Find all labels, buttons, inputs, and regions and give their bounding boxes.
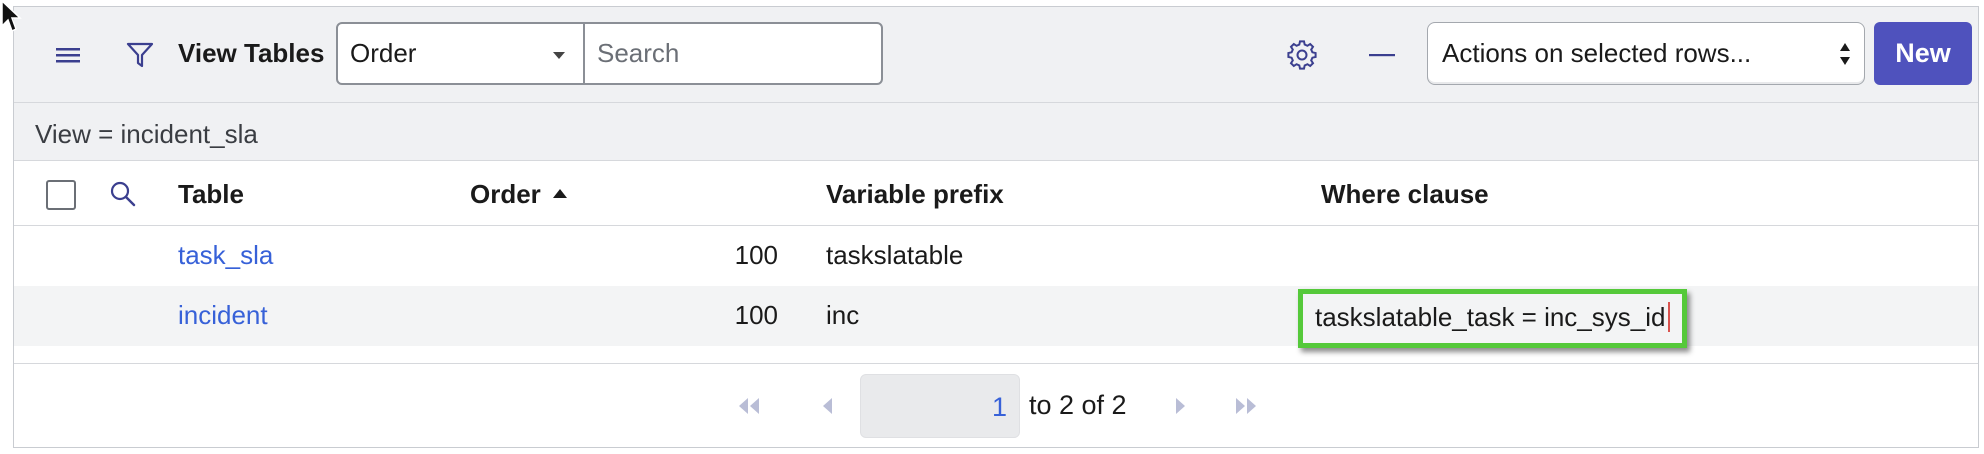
- order-cell: 100: [734, 240, 778, 270]
- where-clause-text: taskslatable_task = inc_sys_id: [1315, 302, 1671, 332]
- table-row: incident 100 inc taskslatable_task = inc…: [14, 286, 1978, 348]
- minus-icon[interactable]: [1364, 37, 1400, 73]
- table-link[interactable]: task_sla: [178, 240, 273, 271]
- search-field-select[interactable]: Order: [336, 22, 585, 85]
- chevron-down-icon: [553, 52, 565, 59]
- where-clause-cell-highlighted[interactable]: taskslatable_task = inc_sys_id: [1298, 289, 1688, 348]
- column-header-order[interactable]: Order: [470, 179, 567, 210]
- table-header: Table Order Variable prefix Where clause: [14, 161, 1978, 226]
- column-header-order-label: Order: [470, 179, 541, 209]
- mouse-cursor-icon: [1, 0, 22, 33]
- updown-caret-icon: [1840, 43, 1850, 65]
- page-range-text: to 2 of 2: [1029, 390, 1127, 420]
- hamburger-menu-icon[interactable]: [50, 37, 86, 73]
- list-header: View Tables Order Actions on selected ro…: [14, 7, 1978, 103]
- actions-select[interactable]: Actions on selected rows...: [1427, 22, 1865, 85]
- select-all-checkbox[interactable]: [46, 180, 76, 210]
- variable-prefix-cell: taskslatable: [826, 240, 964, 270]
- previous-page-icon[interactable]: [810, 391, 844, 421]
- variable-prefix-cell: inc: [826, 300, 860, 330]
- page-title: View Tables: [178, 38, 325, 68]
- table-footer-divider: [14, 346, 1978, 364]
- page-number-input[interactable]: 1: [860, 374, 1020, 438]
- pagination: 1 to 2 of 2: [14, 364, 1978, 449]
- search-input[interactable]: [583, 22, 883, 85]
- column-header-table[interactable]: Table: [178, 179, 244, 210]
- list-frame: View Tables Order Actions on selected ro…: [13, 6, 1979, 448]
- column-header-variable-prefix[interactable]: Variable prefix: [826, 179, 1004, 210]
- filter-icon[interactable]: [120, 35, 160, 75]
- first-page-icon[interactable]: [732, 391, 766, 421]
- gear-icon[interactable]: [1284, 37, 1320, 73]
- last-page-icon[interactable]: [1229, 391, 1263, 421]
- sort-ascending-icon: [552, 188, 567, 198]
- table-row: task_sla 100 taskslatable: [14, 226, 1978, 286]
- next-page-icon[interactable]: [1164, 391, 1198, 421]
- new-button[interactable]: New: [1874, 22, 1972, 85]
- search-icon[interactable]: [107, 178, 139, 210]
- breadcrumb: View = incident_sla: [14, 103, 1978, 161]
- table-link[interactable]: incident: [178, 300, 268, 331]
- column-header-where-clause[interactable]: Where clause: [1321, 179, 1489, 210]
- actions-select-value: Actions on selected rows...: [1442, 38, 1752, 68]
- view-filter-label[interactable]: View = incident_sla: [35, 119, 258, 150]
- order-cell: 100: [734, 300, 778, 330]
- search-field-select-value: Order: [350, 38, 417, 68]
